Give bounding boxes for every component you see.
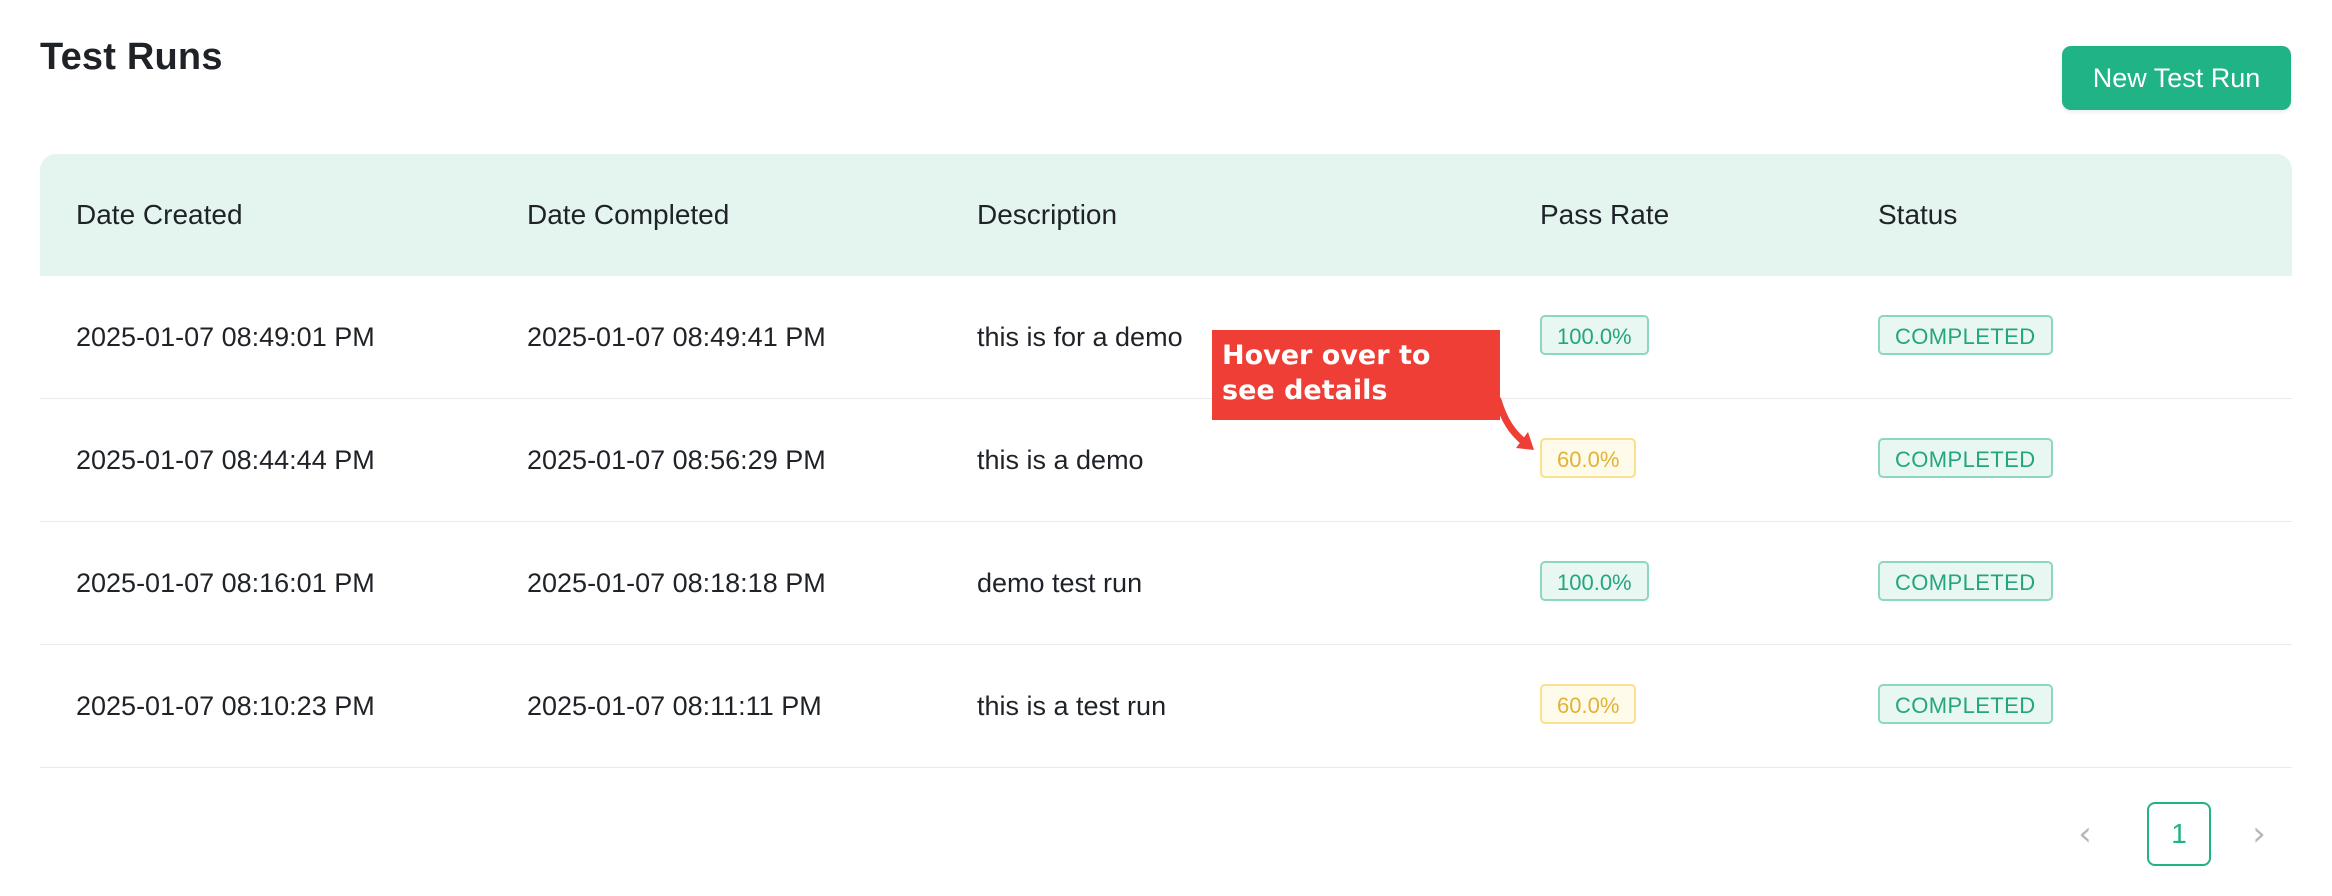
header-pass-rate: Pass Rate <box>1540 199 1670 230</box>
cell-date-completed: 2025-01-07 08:56:29 PM <box>527 445 826 475</box>
new-test-run-button[interactable]: New Test Run <box>2062 46 2291 110</box>
cell-description: this is a test run <box>977 691 1167 721</box>
cell-date-completed: 2025-01-07 08:49:41 PM <box>527 322 826 352</box>
hover-hint-callout: Hover over to see details <box>1212 330 1500 420</box>
status-badge: COMPLETED <box>1878 438 2053 478</box>
cell-date-completed: 2025-01-07 08:11:11 PM <box>527 691 822 721</box>
table-row[interactable]: 2025-01-07 08:10:23 PM 2025-01-07 08:11:… <box>40 645 2292 768</box>
cell-description: this is for a demo <box>977 322 1183 352</box>
status-badge: COMPLETED <box>1878 315 2053 355</box>
cell-description: demo test run <box>977 568 1143 598</box>
header-status: Status <box>1878 199 1958 230</box>
table-row[interactable]: 2025-01-07 08:16:01 PM 2025-01-07 08:18:… <box>40 522 2292 645</box>
status-badge: COMPLETED <box>1878 684 2053 724</box>
next-page-icon[interactable]: › <box>2239 802 2279 866</box>
header-date-completed: Date Completed <box>527 199 730 230</box>
cell-date-created: 2025-01-07 08:16:01 PM <box>76 568 375 598</box>
pass-rate-badge[interactable]: 100.0% <box>1540 315 1649 355</box>
pass-rate-badge[interactable]: 60.0% <box>1540 684 1637 724</box>
header-date-created: Date Created <box>76 199 243 230</box>
table-row[interactable]: 2025-01-07 08:44:44 PM 2025-01-07 08:56:… <box>40 399 2292 522</box>
header-description: Description <box>977 199 1118 230</box>
callout-arrow-icon <box>1494 396 1534 450</box>
status-badge: COMPLETED <box>1878 561 2053 601</box>
test-runs-table: Date Created Date Completed Description … <box>40 154 2292 768</box>
page-number-current[interactable]: 1 <box>2147 802 2211 866</box>
cell-description: this is a demo <box>977 445 1144 475</box>
cell-date-created: 2025-01-07 08:49:01 PM <box>76 322 375 352</box>
pass-rate-badge[interactable]: 60.0% <box>1540 438 1637 478</box>
table-row[interactable]: 2025-01-07 08:49:01 PM 2025-01-07 08:49:… <box>40 276 2292 399</box>
cell-date-completed: 2025-01-07 08:18:18 PM <box>527 568 826 598</box>
cell-date-created: 2025-01-07 08:10:23 PM <box>76 691 375 721</box>
table-header: Date Created Date Completed Description … <box>40 154 2292 276</box>
prev-page-icon[interactable]: ‹ <box>2065 802 2105 866</box>
pass-rate-badge[interactable]: 100.0% <box>1540 561 1649 601</box>
cell-date-created: 2025-01-07 08:44:44 PM <box>76 445 375 475</box>
page-title: Test Runs <box>40 36 223 78</box>
